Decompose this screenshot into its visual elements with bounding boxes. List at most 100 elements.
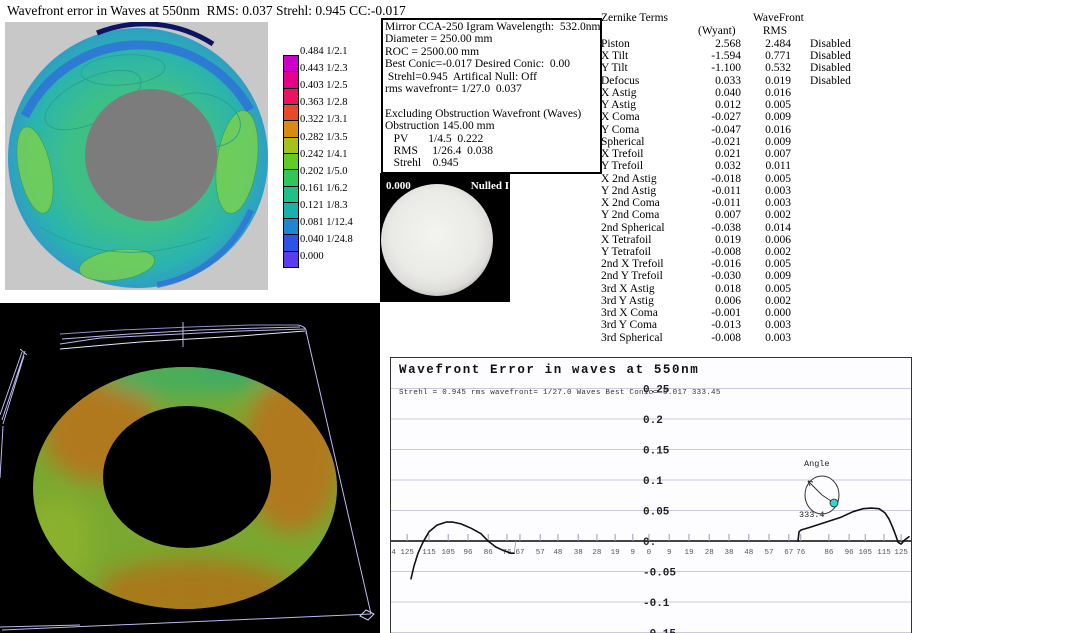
y-tick-label: 0.15 xyxy=(643,446,670,458)
zernike-cell: 3rd X Astig xyxy=(601,283,655,295)
x-tick-label: 76 xyxy=(796,549,806,557)
zernike-row: X Astig0.0400.016 xyxy=(601,87,901,99)
zernike-cell: X 2nd Coma xyxy=(601,197,660,209)
color-scale-segment xyxy=(284,89,298,105)
info-line: Diameter = 250.00 mm xyxy=(385,33,598,45)
x-tick-label: 115 xyxy=(422,549,436,557)
zernike-cell: Y Tetrafoil xyxy=(601,246,651,258)
zernike-row: Y Trefoil0.0320.011 xyxy=(601,160,901,172)
zernike-cell: 3rd Y Astig xyxy=(601,295,654,307)
zernike-row: Piston2.5682.484Disabled xyxy=(601,38,901,50)
color-scale-label: 0.322 1/3.1 xyxy=(300,114,348,126)
zernike-rms-header: RMS xyxy=(756,25,794,37)
zernike-cell: 0.016 xyxy=(749,124,791,136)
color-scale-segment xyxy=(284,154,298,170)
angle-value: 333.4 xyxy=(799,510,825,520)
nulled-title-label: Nulled I xyxy=(471,180,509,192)
color-scale-segment xyxy=(284,138,298,154)
zernike-row: 2nd Spherical-0.0380.014 xyxy=(601,222,901,234)
y-tick-label: 0.1 xyxy=(643,476,663,488)
zernike-cell: 0.005 xyxy=(749,258,791,270)
zernike-cell: 0.006 xyxy=(749,234,791,246)
color-scale-label: 0.363 1/2.8 xyxy=(300,97,348,109)
info-line: Strehl=0.945 Artifical Null: Off xyxy=(385,71,598,83)
zernike-cell: 0.021 xyxy=(656,148,741,160)
color-scale-label: 0.282 1/3.5 xyxy=(300,132,348,144)
wavefront-map-panel[interactable] xyxy=(5,22,268,290)
zernike-cell: 0.009 xyxy=(749,111,791,123)
zernike-row: 3rd Y Astig0.0060.002 xyxy=(601,295,901,307)
zernike-row: 2nd X Trefoil-0.016 0.005 xyxy=(601,258,901,270)
zernike-row: Y 2nd Coma0.0070.002 xyxy=(601,209,901,221)
zernike-cell: 3rd Y Coma xyxy=(601,319,657,331)
color-scale-label: 0.484 1/2.1 xyxy=(300,46,348,58)
zernike-cell: -1.100 xyxy=(656,62,741,74)
zernike-wavefront-header: WaveFront xyxy=(753,12,804,24)
nulled-igram: 0.000 Nulled I xyxy=(380,173,510,302)
x-tick-label: 125 xyxy=(400,549,414,557)
zernike-row: X 2nd Coma-0.0110.003 xyxy=(601,197,901,209)
color-scale-label: 0.040 1/24.8 xyxy=(300,234,353,246)
profile-chart-panel[interactable]: 0.250.20.150.10.050.-0.05-0.1-0.15412511… xyxy=(390,357,912,633)
zernike-cell: 2.484 xyxy=(749,38,791,50)
color-scale-segment xyxy=(284,235,298,251)
zernike-cell: 0.003 xyxy=(749,185,791,197)
y-tick-label: -0.15 xyxy=(643,629,676,633)
zernike-cell: 0.003 xyxy=(749,319,791,331)
zernike-cell: Y Tilt xyxy=(601,62,628,74)
zernike-cell: 2nd Y Trefoil xyxy=(601,270,663,282)
zernike-cell: 2nd X Trefoil xyxy=(601,258,664,270)
zernike-cell: X Coma xyxy=(601,111,640,123)
zernike-cell: 0.019 xyxy=(749,75,791,87)
zernike-cell: X 2nd Astig xyxy=(601,173,657,185)
info-line: Best Conic=-0.017 Desired Conic: 0.00 xyxy=(385,58,598,70)
color-scale-label: 0.121 1/8.3 xyxy=(300,200,348,212)
zernike-cell: 0.003 xyxy=(749,197,791,209)
zernike-cell: -0.027 xyxy=(656,111,741,123)
info-line: Excluding Obstruction Wavefront (Waves) xyxy=(385,108,598,120)
zernike-cell: -0.018 xyxy=(656,173,741,185)
x-tick-label: 19 xyxy=(611,549,620,557)
zernike-cell: 0.532 xyxy=(749,62,791,74)
zernike-cell: 0.002 xyxy=(749,246,791,258)
zernike-cell: Y Coma xyxy=(601,124,639,136)
zernike-cell: -1.594 xyxy=(656,50,741,62)
x-tick-label: 0 xyxy=(647,549,652,557)
info-line: rms wavefront= 1/27.0 0.037 xyxy=(385,83,598,95)
zernike-cell: Y Trefoil xyxy=(601,160,643,172)
x-tick-label: 105 xyxy=(858,549,872,557)
zernike-cell: X Astig xyxy=(601,87,636,99)
x-tick-label: 96 xyxy=(845,549,855,557)
zernike-cell: 0.005 xyxy=(749,173,791,185)
zernike-cell: 0.002 xyxy=(749,209,791,221)
zernike-cell: Disabled xyxy=(810,38,851,50)
color-scale-segment xyxy=(284,72,298,88)
zernike-cell: 0.006 xyxy=(656,295,741,307)
zernike-cell: 0.771 xyxy=(749,50,791,62)
x-tick-label: 28 xyxy=(705,549,714,557)
chart-subtitle: Strehl = 0.945 rms wavefront= 1/27.0 Wav… xyxy=(399,389,721,397)
zernike-cell: 0.019 xyxy=(656,234,741,246)
zernike-cell: 0.011 xyxy=(749,160,791,172)
wavefront-3d-panel[interactable] xyxy=(0,303,380,633)
app-window: Wavefront error in Waves at 550nm RMS: 0… xyxy=(0,0,1081,633)
zernike-cell: 0.005 xyxy=(749,99,791,111)
angle-handle-dot[interactable] xyxy=(830,499,838,507)
x-tick-label: 48 xyxy=(744,549,753,557)
zernike-cell: -0.038 xyxy=(656,222,741,234)
color-scale-label: 0.000 xyxy=(300,251,324,263)
zernike-row: Y Tilt-1.1000.532Disabled xyxy=(601,62,901,74)
info-line: PV 1/4.5 0.222 xyxy=(385,133,598,145)
zernike-rows: Piston2.5682.484DisabledX Tilt-1.5940.77… xyxy=(601,38,901,344)
zernike-cell: Disabled xyxy=(810,50,851,62)
zernike-cell: 0.003 xyxy=(749,332,791,344)
zernike-row: 3rd Y Coma-0.0130.003 xyxy=(601,319,901,331)
zernike-cell: -0.016 xyxy=(656,258,741,270)
nulled-igram-panel[interactable]: 0.000 Nulled I xyxy=(380,173,510,302)
color-scale-segment xyxy=(284,187,298,203)
y-tick-label: 0. xyxy=(643,537,656,549)
wavefront-3d-view xyxy=(0,303,380,633)
zernike-wyant-header: (Wyant) xyxy=(698,25,736,37)
zernike-cell: -0.011 xyxy=(656,185,741,197)
zernike-cell: Y 2nd Coma xyxy=(601,209,659,221)
